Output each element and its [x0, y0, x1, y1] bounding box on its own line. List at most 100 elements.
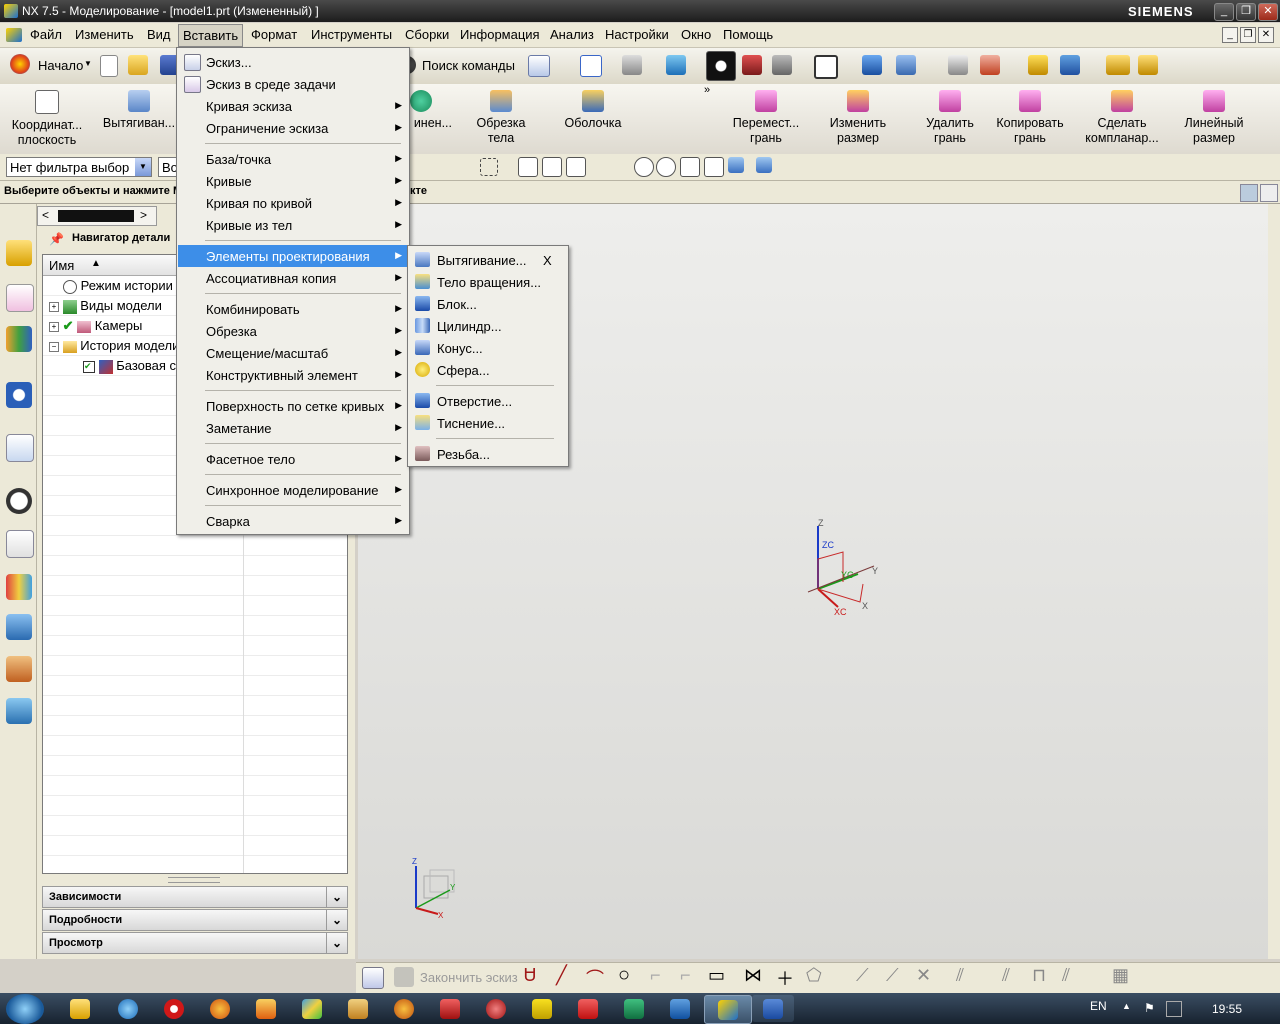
tray-expand-icon[interactable]: ▲ [1122, 1001, 1131, 1011]
statusbar-icon[interactable] [1240, 184, 1258, 202]
snap-midpoint-icon[interactable] [542, 157, 562, 177]
maximize-button[interactable]: ❐ [1236, 3, 1256, 21]
selection-scope-select[interactable]: Во [158, 157, 178, 177]
background-icon[interactable] [814, 55, 838, 79]
snap-bounded-icon[interactable] [756, 157, 772, 173]
visualization-icon[interactable] [6, 574, 32, 600]
autocad-icon[interactable] [440, 999, 460, 1019]
analysis-icon[interactable] [1028, 55, 1048, 75]
insert-menu-item[interactable]: Кривая эскиза ▶ [178, 95, 408, 117]
constraint-icon[interactable]: ⫽ [956, 965, 964, 986]
flag-icon[interactable]: ⚑ [1144, 1001, 1158, 1015]
menu-tools[interactable]: Инструменты [311, 27, 392, 42]
design-feature-item[interactable]: Конус... [409, 337, 567, 359]
language-indicator[interactable]: EN [1090, 999, 1107, 1013]
mdi-close-button[interactable]: ✕ [1258, 27, 1274, 43]
menu-window[interactable]: Окно [681, 27, 711, 42]
windows-start-icon[interactable] [6, 994, 44, 1024]
system-materials-icon[interactable] [6, 530, 34, 558]
insert-menu-item[interactable]: Эскиз в среде задачи [178, 73, 408, 95]
tree-node-datum-csys[interactable]: ✔ Базовая с [83, 358, 176, 374]
sketch-icon[interactable] [362, 967, 384, 989]
preview-panel[interactable]: Просмотр ⌄ [42, 932, 348, 954]
rectangle-icon[interactable]: ▭ [708, 965, 725, 986]
pin-icon[interactable]: 📌 [49, 232, 64, 246]
layer-settings-icon[interactable] [948, 55, 968, 75]
app-green-icon[interactable] [624, 999, 644, 1019]
snap-intersection-icon[interactable] [610, 157, 628, 175]
system-scenes-icon[interactable] [6, 698, 32, 724]
mdi-restore-button[interactable]: ❐ [1240, 27, 1256, 43]
history-icon[interactable] [6, 488, 32, 514]
finish-sketch-button[interactable]: Закончить эскиз [420, 970, 518, 985]
insert-menu-item[interactable]: Кривые ▶ [178, 170, 408, 192]
chevron-right-icon[interactable]: > [140, 208, 147, 222]
checkmark-icon[interactable]: ✔ [63, 318, 74, 333]
insert-menu-item[interactable]: Обрезка ▶ [178, 320, 408, 342]
ie-icon[interactable] [118, 999, 138, 1019]
unite-button[interactable]: инен... [408, 84, 452, 131]
design-feature-item[interactable]: Резьба... [409, 443, 567, 465]
insert-menu-item[interactable]: Фасетное тело ▶ [178, 448, 408, 470]
insert-menu-item[interactable]: Сварка ▶ [178, 510, 408, 532]
linear-dimension-button[interactable]: Линейный размер [1174, 84, 1254, 146]
design-feature-item[interactable]: Тиснение... [409, 412, 567, 434]
network-icon[interactable] [1166, 1001, 1182, 1017]
type-filter-select[interactable]: Нет фильтра выбор ▼ [6, 157, 152, 177]
tree-node-model-history[interactable]: − История модели [49, 338, 179, 353]
graphics-scrollbar[interactable] [1268, 204, 1280, 959]
extrude-button[interactable]: Вытягиван... [98, 84, 180, 131]
point-plus-icon[interactable]: ＋ [776, 965, 794, 991]
expand-icon[interactable]: + [49, 321, 59, 332]
design-feature-item[interactable]: Вытягивание... X [409, 249, 567, 271]
menu-file[interactable]: Файл [30, 27, 62, 42]
web-browser-icon[interactable] [6, 434, 34, 462]
mdi-minimize-button[interactable]: _ [1222, 27, 1238, 43]
chevron-left-icon[interactable]: < [42, 208, 49, 222]
new-file-icon[interactable] [100, 55, 118, 77]
orient-view-icon[interactable] [666, 55, 686, 75]
insert-menu-item[interactable]: Кривая по кривой ▶ [178, 192, 408, 214]
shaded-icon[interactable] [772, 55, 792, 75]
menu-information[interactable]: Информация [460, 27, 540, 42]
trim-body-button[interactable]: Обрезка тела [470, 84, 532, 146]
app-menu-icon[interactable] [6, 28, 22, 42]
menu-insert[interactable]: Вставить [178, 24, 244, 47]
panel-splitter[interactable] [168, 877, 220, 883]
menu-preferences[interactable]: Настройки [605, 27, 669, 42]
user-roles-icon[interactable] [6, 656, 32, 682]
chevron-down-icon[interactable]: ⌄ [326, 887, 347, 907]
panel-scroller[interactable]: < > [37, 206, 157, 226]
insert-menu-item[interactable]: Конструктивный элемент ▶ [178, 364, 408, 386]
drive-icon[interactable] [302, 999, 322, 1019]
snap-control-point-icon[interactable] [566, 157, 586, 177]
open-folder-icon[interactable] [128, 55, 148, 75]
solidworks-icon[interactable] [578, 999, 598, 1019]
word-task-button[interactable] [752, 995, 794, 1022]
collapse-icon[interactable]: − [49, 341, 59, 352]
snap-existing-point-icon[interactable] [680, 157, 700, 177]
chevron-down-icon[interactable]: ▼ [84, 59, 92, 68]
design-feature-item[interactable]: Тело вращения... [409, 271, 567, 293]
full-screen-icon[interactable] [1260, 184, 1278, 202]
fit-view-icon[interactable] [580, 55, 602, 77]
display-constraints-icon[interactable]: ▦ [1112, 965, 1129, 986]
find-command-button[interactable]: Поиск команды [422, 58, 515, 73]
delete-face-button[interactable]: Удалить грань [910, 84, 990, 146]
offset-curve-icon[interactable]: ⬠ [806, 965, 822, 986]
start-menu-button[interactable]: Начало [38, 58, 83, 73]
reuse-library-icon[interactable] [6, 326, 32, 352]
media-player-icon[interactable] [256, 999, 276, 1019]
help-icon[interactable] [6, 382, 32, 408]
wcs-icon[interactable] [862, 55, 882, 75]
assembly-navigator-icon[interactable] [6, 240, 32, 266]
roles-icon[interactable] [6, 614, 32, 640]
snap-on-curve-icon[interactable] [704, 157, 724, 177]
snap-on-surface-icon[interactable] [728, 157, 744, 173]
copy-face-button[interactable]: Копировать грань [990, 84, 1070, 146]
insert-menu-item[interactable]: Ассоциативная копия ▶ [178, 267, 408, 289]
close-button[interactable]: ✕ [1258, 3, 1278, 21]
snap-arc-center-icon[interactable] [634, 157, 654, 177]
menu-analysis[interactable]: Анализ [550, 27, 594, 42]
design-feature-item[interactable]: Цилиндр... [409, 315, 567, 337]
